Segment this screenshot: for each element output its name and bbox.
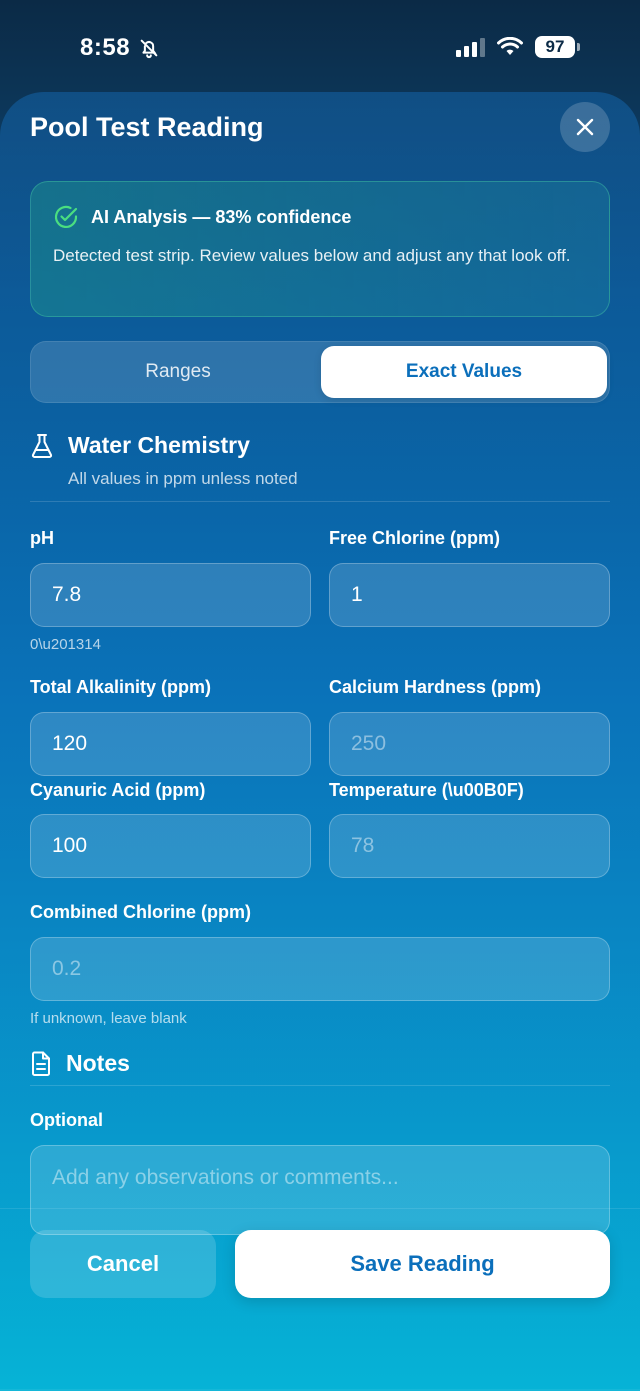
notes-title: Notes: [66, 1050, 130, 1076]
water-chemistry-subtitle: All values in ppm unless noted: [68, 469, 298, 488]
cyanuric-acid-input[interactable]: 100: [30, 814, 311, 878]
notes-divider: [30, 1085, 610, 1086]
combined-chlorine-label: Combined Chlorine (ppm): [30, 902, 251, 922]
sheet-title: Pool Test Reading: [30, 112, 264, 142]
battery-level: 97: [535, 36, 575, 58]
save-reading-button[interactable]: Save Reading: [235, 1230, 610, 1298]
status-right: 97: [456, 36, 580, 58]
segment-exact-values[interactable]: Exact Values: [321, 346, 607, 398]
check-circle-icon: [54, 205, 78, 229]
mode-segmented-control: Ranges Exact Values: [30, 341, 610, 403]
temperature-input[interactable]: 78: [329, 814, 610, 878]
segment-ranges[interactable]: Ranges: [35, 346, 321, 398]
free-chlorine-label: Free Chlorine (ppm): [329, 528, 501, 548]
ph-label: pH: [30, 528, 54, 548]
flask-icon: [31, 433, 53, 458]
notes-header: Notes: [30, 1050, 130, 1077]
footer-actions: Cancel Save Reading: [0, 1208, 640, 1391]
close-icon: [576, 118, 594, 136]
wifi-icon: [497, 37, 523, 55]
signal-icon: [456, 37, 485, 57]
free-chlorine-input[interactable]: 1: [329, 563, 610, 627]
ai-analysis-card: AI Analysis — 83% confidence Detected te…: [30, 181, 610, 317]
total-alkalinity-label: Total Alkalinity (ppm): [30, 677, 212, 697]
ai-analysis-title: AI Analysis — 83% confidence: [91, 206, 352, 227]
combined-chlorine-hint: If unknown, leave blank: [30, 1010, 187, 1027]
status-time: 8:58: [80, 34, 131, 61]
section-divider: [30, 501, 610, 502]
ph-hint: 0\u201314: [30, 636, 101, 653]
total-alkalinity-input[interactable]: 120: [30, 712, 311, 776]
status-bar: 8:58 97: [0, 0, 640, 92]
water-chemistry-title: Water Chemistry: [68, 432, 250, 458]
calcium-hardness-label: Calcium Hardness (ppm): [329, 677, 542, 697]
ph-input[interactable]: 7.8: [30, 563, 311, 627]
ai-analysis-header: AI Analysis — 83% confidence: [53, 204, 351, 230]
notes-optional-label: Optional: [30, 1110, 103, 1130]
cancel-button[interactable]: Cancel: [30, 1230, 216, 1298]
calcium-hardness-input[interactable]: 250: [329, 712, 610, 776]
water-chemistry-header: Water Chemistry: [30, 432, 250, 459]
reading-sheet: Pool Test Reading AI Analysis — 83% conf…: [0, 92, 640, 1391]
temperature-label: Temperature (\u00B0F): [329, 780, 524, 800]
combined-chlorine-input[interactable]: 0.2: [30, 937, 610, 1001]
ai-analysis-body: Detected test strip. Review values below…: [53, 246, 571, 265]
document-icon: [32, 1051, 50, 1076]
battery-icon: 97: [535, 36, 580, 58]
bell-slash-icon: [140, 39, 158, 59]
status-time-group: 8:58: [80, 34, 160, 62]
close-button[interactable]: [560, 102, 610, 152]
cyanuric-acid-label: Cyanuric Acid (ppm): [30, 780, 206, 800]
